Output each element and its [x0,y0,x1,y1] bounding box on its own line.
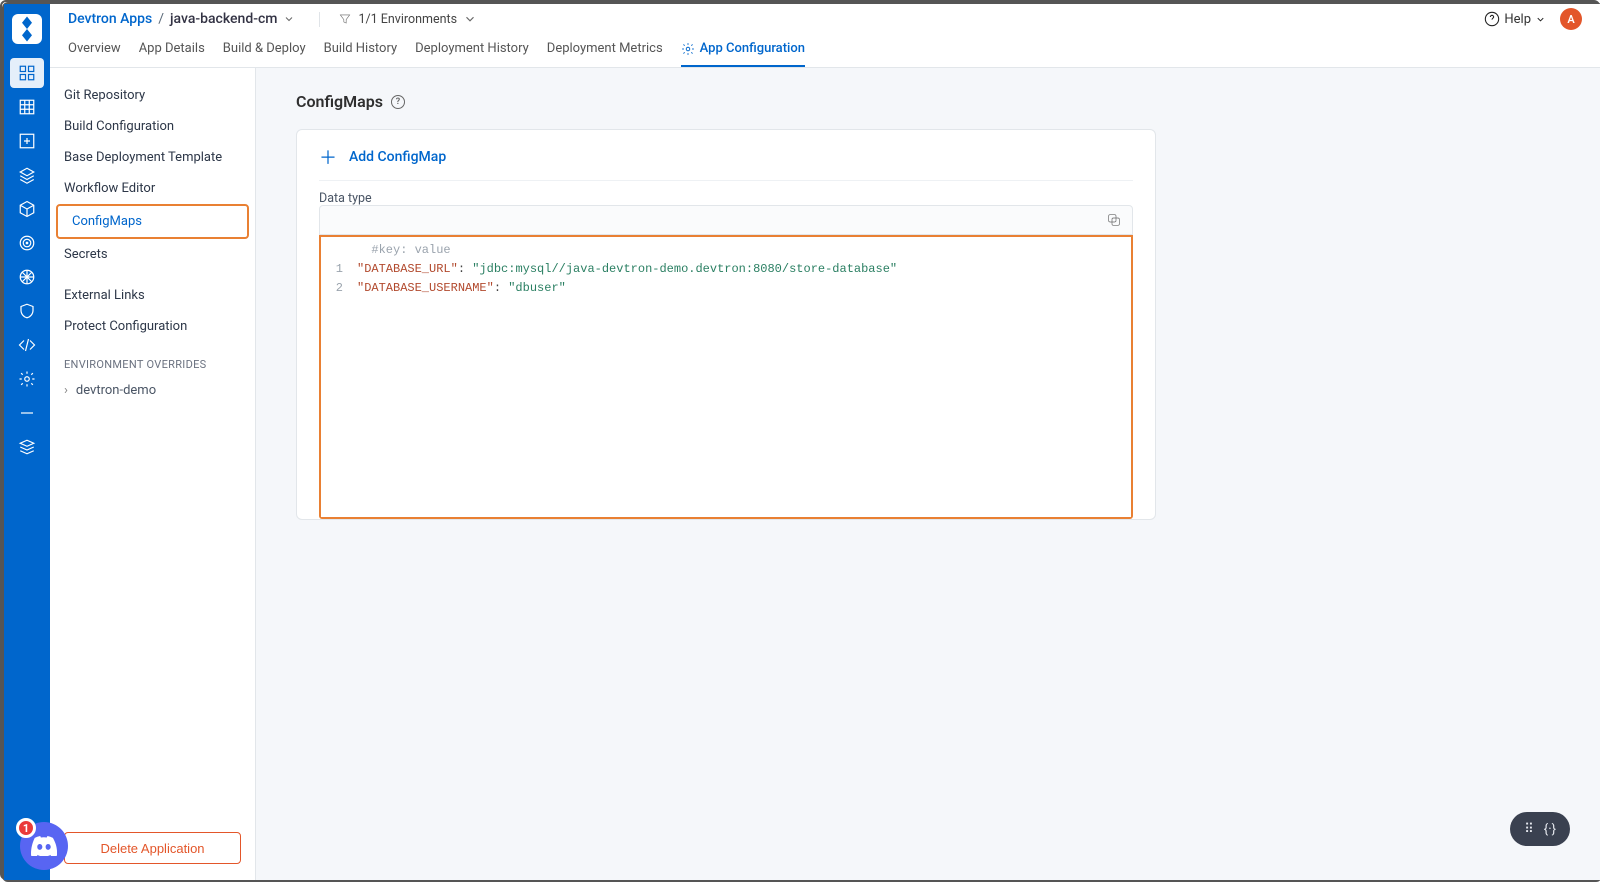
tab-deployment-metrics[interactable]: Deployment Metrics [547,33,663,67]
chevron-down-icon[interactable] [283,13,295,25]
sidebar-env-item[interactable]: devtron-demo [50,377,255,404]
discord-badge: 1 [16,818,36,838]
rail-code-icon[interactable] [10,330,44,360]
delete-application-button[interactable]: Delete Application [64,832,241,864]
discord-icon [31,836,57,856]
breadcrumb-root[interactable]: Devtron Apps [68,11,152,27]
rail-grid-icon[interactable] [10,92,44,122]
sidebar-item-build-config[interactable]: Build Configuration [50,111,255,142]
sidebar-item-base-template[interactable]: Base Deployment Template [50,142,255,173]
help-icon [1484,11,1500,27]
tab-build-deploy[interactable]: Build & Deploy [223,33,306,67]
rail-apps-icon[interactable] [10,58,44,88]
configmap-card: ＋ Add ConfigMap Data type Kubernetes Con… [296,129,1156,520]
tab-app-configuration[interactable]: App Configuration [681,33,805,67]
chevron-down-icon [1535,14,1546,25]
sidebar-item-git[interactable]: Git Repository [50,80,255,111]
tab-build-history[interactable]: Build History [324,33,398,67]
page-header: Devtron Apps / java-backend-cm 1/1 Envir… [50,4,1600,34]
icon-rail [4,4,50,880]
help-icon[interactable]: ? [391,95,405,109]
avatar[interactable]: A [1560,8,1582,30]
sidebar-overrides-label: ENVIRONMENT OVERRIDES [50,342,255,377]
sidebar-item-workflow[interactable]: Workflow Editor [50,173,255,204]
code-area[interactable]: 12 #key: value "DATABASE_URL": "jdbc:mys… [321,237,1131,517]
rail-stack-icon[interactable] [10,432,44,462]
copy-icon[interactable] [1106,212,1122,228]
sidebar-item-protect-config[interactable]: Protect Configuration [50,311,255,342]
tab-app-details[interactable]: App Details [139,33,205,67]
app-tabs: Overview App Details Build & Deploy Buil… [50,34,1600,68]
tab-overview[interactable]: Overview [68,33,121,67]
rail-gear-icon[interactable] [10,364,44,394]
filter-icon [338,12,352,26]
float-actions-pill[interactable]: ⠿ {·} [1510,812,1570,846]
rail-cube-icon[interactable] [10,194,44,224]
sidebar-item-external-links[interactable]: External Links [50,280,255,311]
line-gutter: 12 [321,237,349,517]
add-configmap-button[interactable]: ＋ Add ConfigMap [319,148,1133,181]
discord-bubble[interactable]: 1 [20,822,68,870]
sidebar-item-configmaps[interactable]: ConfigMaps [56,204,249,239]
rail-wheel-icon[interactable] [10,262,44,292]
content-area: ConfigMaps ? ＋ Add ConfigMap Data type K… [256,68,1600,880]
page-title: ConfigMaps ? [296,92,1560,111]
config-sidebar: Git Repository Build Configuration Base … [50,68,256,880]
drag-icon: ⠿ [1524,822,1534,837]
help-button[interactable]: Help [1484,11,1546,27]
breadcrumb-app[interactable]: java-backend-cm [170,11,277,27]
sidebar-item-secrets[interactable]: Secrets [50,239,255,270]
gear-icon [681,42,695,56]
plus-icon: ＋ [319,148,337,166]
rail-line-icon[interactable] [10,398,44,428]
rail-plus-icon[interactable] [10,126,44,156]
tab-deployment-history[interactable]: Deployment History [415,33,529,67]
env-filter[interactable]: 1/1 Environments [319,12,477,27]
logo-icon[interactable] [12,14,42,44]
braces-icon: {·} [1544,822,1556,837]
rail-layers-icon[interactable] [10,160,44,190]
chevron-down-icon [463,12,477,26]
rail-target-icon[interactable] [10,228,44,258]
rail-shield-icon[interactable] [10,296,44,326]
code-lines[interactable]: #key: value "DATABASE_URL": "jdbc:mysql/… [349,237,1131,517]
